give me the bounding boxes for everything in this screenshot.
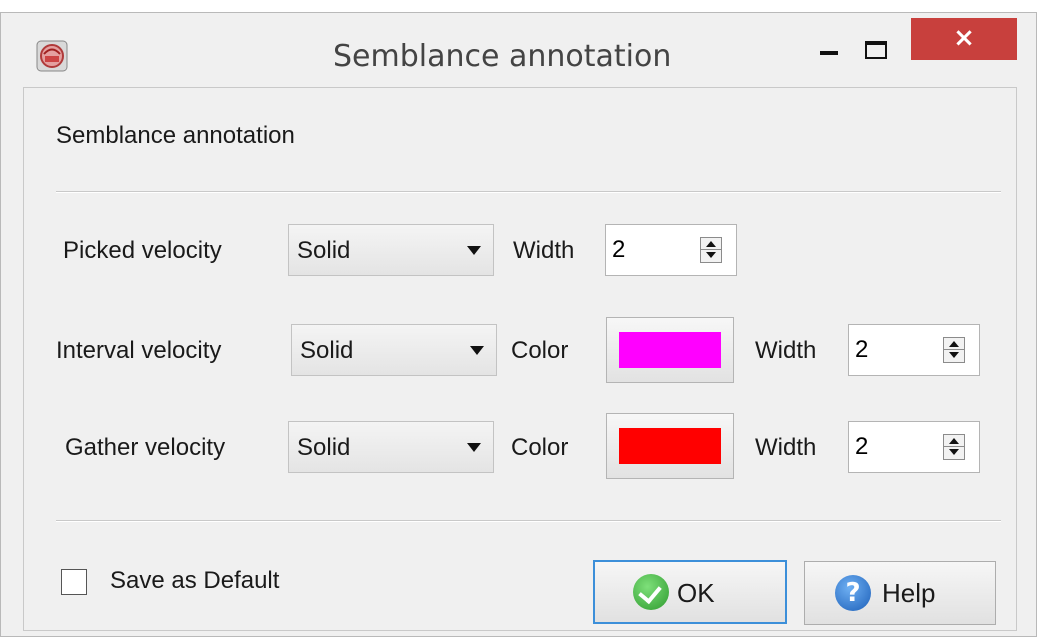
close-button[interactable]: ×: [911, 18, 1017, 60]
dialog-content: Semblance annotation Picked velocity Sol…: [23, 87, 1017, 631]
section-title: Semblance annotation: [56, 122, 295, 149]
help-button-label: Help: [882, 578, 936, 608]
ok-button[interactable]: OK: [593, 560, 787, 624]
interval-velocity-color-button[interactable]: [606, 317, 734, 383]
picked-velocity-label: Picked velocity: [63, 237, 222, 264]
interval-velocity-label: Interval velocity: [56, 337, 222, 364]
check-circle-icon: [633, 574, 669, 610]
gather-velocity-width-value[interactable]: 2: [855, 433, 868, 461]
picked-velocity-style-select[interactable]: Solid: [288, 224, 494, 276]
close-icon: ×: [953, 23, 975, 53]
question-circle-icon: ?: [835, 575, 871, 611]
chevron-down-icon: [467, 443, 481, 452]
dialog-window: Semblance annotation × Semblance annotat…: [0, 12, 1037, 637]
maximize-button[interactable]: [853, 19, 903, 73]
save-default-checkbox[interactable]: [61, 569, 87, 595]
gather-velocity-color-swatch: [619, 428, 721, 464]
interval-velocity-width-spinner[interactable]: 2: [848, 324, 980, 376]
chevron-down-icon: [470, 346, 484, 355]
picked-velocity-width-spinner[interactable]: 2: [605, 224, 737, 276]
ok-button-label: OK: [677, 578, 715, 608]
interval-velocity-width-label: Width: [755, 337, 817, 364]
divider-top: [56, 191, 1001, 193]
gather-velocity-color-label: Color: [511, 434, 569, 461]
minimize-button[interactable]: [809, 19, 849, 73]
interval-velocity-style-select[interactable]: Solid: [291, 324, 497, 376]
gather-velocity-style-value: Solid: [297, 434, 351, 461]
divider-bottom: [56, 520, 1001, 522]
chevron-down-icon: [467, 246, 481, 255]
app-icon: [36, 40, 68, 72]
picked-velocity-width-label: Width: [513, 237, 575, 264]
title-bar[interactable]: Semblance annotation ×: [1, 13, 1036, 83]
gather-velocity-width-spinner[interactable]: 2: [848, 421, 980, 473]
gather-velocity-label: Gather velocity: [65, 434, 226, 461]
gather-velocity-style-select[interactable]: Solid: [288, 421, 494, 473]
maximize-icon: [865, 41, 887, 59]
spinner-arrows-icon[interactable]: [700, 237, 722, 263]
window-title: Semblance annotation: [333, 39, 672, 74]
minimize-icon: [820, 51, 838, 55]
gather-velocity-width-label: Width: [755, 434, 817, 461]
picked-velocity-style-value: Solid: [297, 237, 351, 264]
gather-velocity-color-button[interactable]: [606, 413, 734, 479]
interval-velocity-color-label: Color: [511, 337, 569, 364]
picked-velocity-width-value[interactable]: 2: [612, 236, 625, 264]
interval-velocity-style-value: Solid: [300, 337, 354, 364]
help-button[interactable]: ? Help: [804, 561, 996, 625]
spinner-arrows-icon[interactable]: [943, 337, 965, 363]
interval-velocity-color-swatch: [619, 332, 721, 368]
interval-velocity-width-value[interactable]: 2: [855, 336, 868, 364]
save-default-label[interactable]: Save as Default: [110, 567, 279, 595]
spinner-arrows-icon[interactable]: [943, 434, 965, 460]
